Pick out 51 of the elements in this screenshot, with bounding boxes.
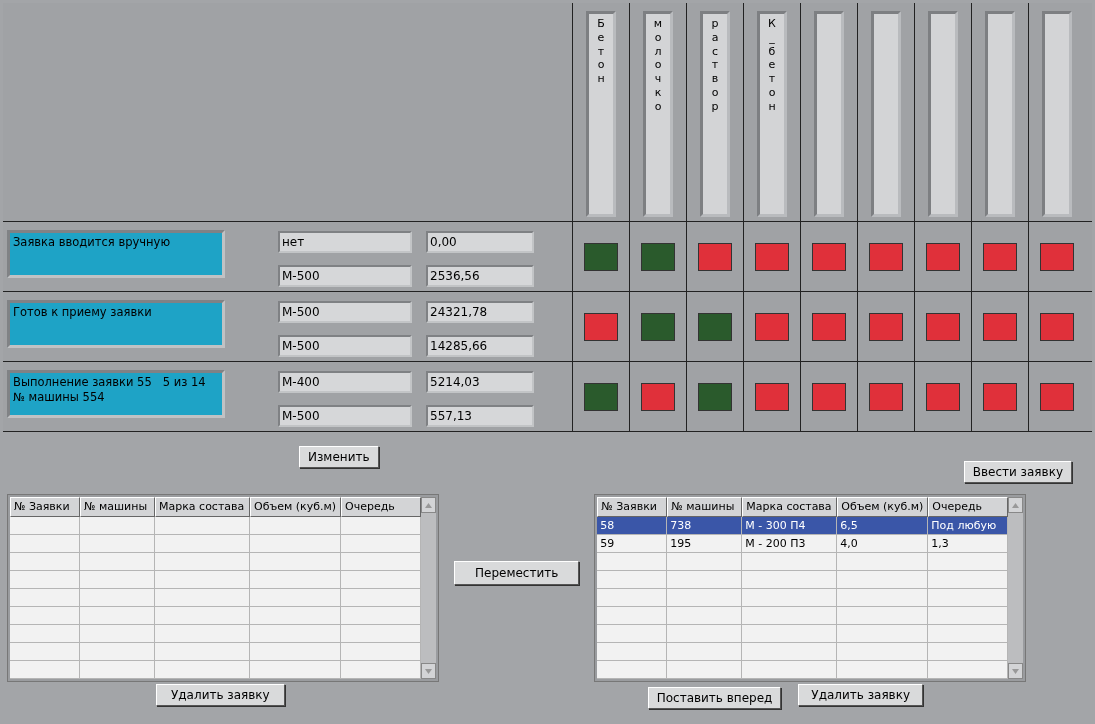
push-button[interactable]: Поставить вперед (647, 687, 782, 709)
table-cell: 4,0 (837, 535, 929, 552)
scrollbar[interactable] (421, 497, 436, 679)
column-header[interactable]: Очередь (928, 497, 1009, 517)
table-cell: 195 (667, 535, 743, 552)
weight-field: 5214,03 (426, 371, 534, 393)
scrollbar[interactable] (1008, 497, 1024, 679)
scroll-up-icon[interactable] (421, 497, 436, 513)
column-header[interactable]: Объем (куб.м) (837, 497, 929, 517)
table-cell: 58 (597, 517, 668, 534)
grade-field: М-500 (278, 405, 412, 427)
status-display: Выполнение заявки 55 5 из 14 № машины 554 (7, 370, 225, 418)
scroll-down-icon[interactable] (421, 663, 436, 679)
table-cell: М - 300 П4 (742, 517, 838, 534)
table-cell: М - 200 П3 (742, 535, 838, 552)
status-display: Готов к приему заявки (7, 300, 225, 348)
grade-field: М-500 (278, 265, 412, 287)
scroll-down-icon[interactable] (1008, 663, 1024, 679)
push-button[interactable]: Изменить (299, 446, 379, 468)
grade-field: М-400 (278, 371, 412, 393)
grade-field: нет (278, 231, 412, 253)
table-row[interactable]: 59 195 М - 200 П3 4,0 1,3 (597, 535, 1009, 553)
status-display: Заявка вводится вручную (7, 230, 225, 278)
column-header[interactable]: Марка состава (155, 497, 250, 517)
column-header[interactable]: № Заявки (597, 497, 668, 517)
weight-field: 557,13 (426, 405, 534, 427)
column-header[interactable]: № машины (667, 497, 743, 517)
table-cell: 6,5 (837, 517, 929, 534)
bin-label: Бетон (596, 17, 606, 87)
weight-field: 0,00 (426, 231, 534, 253)
push-button[interactable]: Переместить (454, 561, 580, 585)
push-button[interactable]: Ввести заявку (963, 461, 1072, 483)
scroll-up-icon[interactable] (1008, 497, 1024, 513)
bin-label: молочко (652, 17, 664, 115)
table-cell: 738 (667, 517, 743, 534)
weight-field: 14285,66 (426, 335, 534, 357)
push-button[interactable]: Удалить заявку (798, 684, 924, 706)
weight-field: 2536,56 (426, 265, 534, 287)
column-header[interactable]: Очередь (341, 497, 421, 517)
table-row[interactable]: 58 738 М - 300 П4 6,5 Под любую (597, 517, 1009, 535)
push-button[interactable]: Удалить заявку (156, 684, 285, 706)
weight-field: 24321,78 (426, 301, 534, 323)
grade-field: М-500 (278, 301, 412, 323)
column-header[interactable]: Объем (куб.м) (250, 497, 341, 517)
bin-label: раствор (710, 17, 720, 115)
bin-label: К_бетон (767, 17, 777, 115)
column-header[interactable]: Марка состава (742, 497, 838, 517)
grade-field: М-500 (278, 335, 412, 357)
table-cell: 59 (597, 535, 668, 552)
column-header[interactable]: № Заявки (10, 497, 80, 517)
column-header[interactable]: № машины (80, 497, 155, 517)
